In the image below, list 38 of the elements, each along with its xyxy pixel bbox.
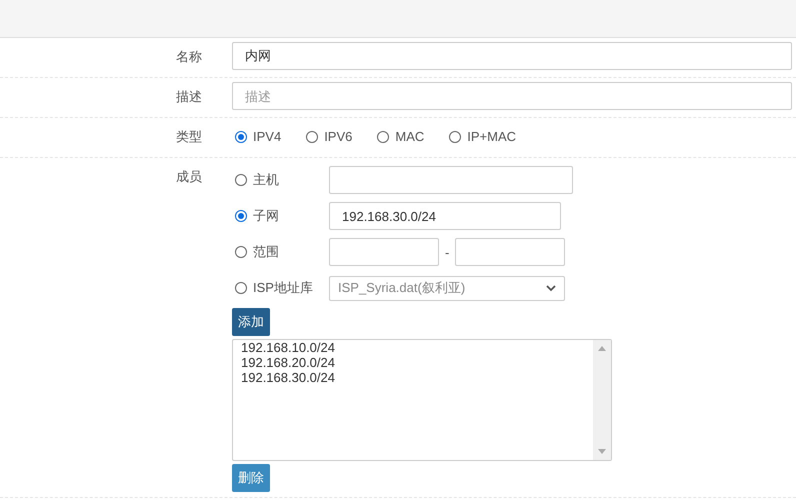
list-item[interactable]: 192.168.10.0/24: [241, 340, 585, 355]
list-item[interactable]: 192.168.20.0/24: [241, 355, 585, 370]
radio-button[interactable]: [235, 246, 247, 258]
down-arrow-icon: [598, 449, 606, 454]
radio-button[interactable]: [306, 131, 318, 143]
input-field[interactable]: 内网: [232, 42, 792, 70]
radio-option[interactable]: MAC: [374, 122, 424, 152]
add-button[interactable]: 添加: [232, 308, 270, 336]
list-box[interactable]: 192.168.10.0/24 192.168.20.0/24 192.168.30.0/24: [232, 339, 612, 461]
scrollbar[interactable]: [593, 340, 611, 460]
field-label: 成员: [175, 168, 203, 186]
radio-button[interactable]: [449, 131, 462, 143]
input-field[interactable]: 192.168.30.0/24: [329, 202, 561, 230]
radio-button[interactable]: [377, 131, 390, 143]
field-label: 类型: [175, 128, 203, 146]
radio-option[interactable]: ISP地址库: [232, 273, 329, 303]
list-item[interactable]: 192.168.30.0/24: [241, 370, 585, 385]
input-field[interactable]: [329, 238, 439, 266]
radio-option[interactable]: IPV6: [303, 122, 352, 152]
radio-option[interactable]: 主机: [232, 165, 329, 195]
up-arrow-icon: [598, 346, 606, 351]
radio-button[interactable]: [235, 131, 247, 143]
input-field[interactable]: 描述: [232, 82, 792, 110]
radio-option[interactable]: 范围: [232, 237, 329, 267]
radio-button[interactable]: [235, 210, 247, 222]
radio-button[interactable]: [235, 282, 247, 294]
radio-option[interactable]: 子网: [232, 201, 329, 231]
input-field[interactable]: [329, 166, 573, 194]
input-field[interactable]: [455, 238, 566, 266]
radio-button[interactable]: [235, 174, 247, 186]
chevron-icon: [546, 284, 556, 292]
dropdown[interactable]: ISP_Syria.dat(叙利亚): [329, 276, 565, 300]
range-separator: -: [445, 244, 450, 260]
field-label: 名称: [175, 48, 203, 66]
radio-option[interactable]: IPV4: [232, 122, 282, 152]
delete-button[interactable]: 删除: [232, 464, 270, 492]
field-label: 描述: [175, 88, 203, 106]
radio-option[interactable]: IP+MAC: [446, 122, 516, 152]
